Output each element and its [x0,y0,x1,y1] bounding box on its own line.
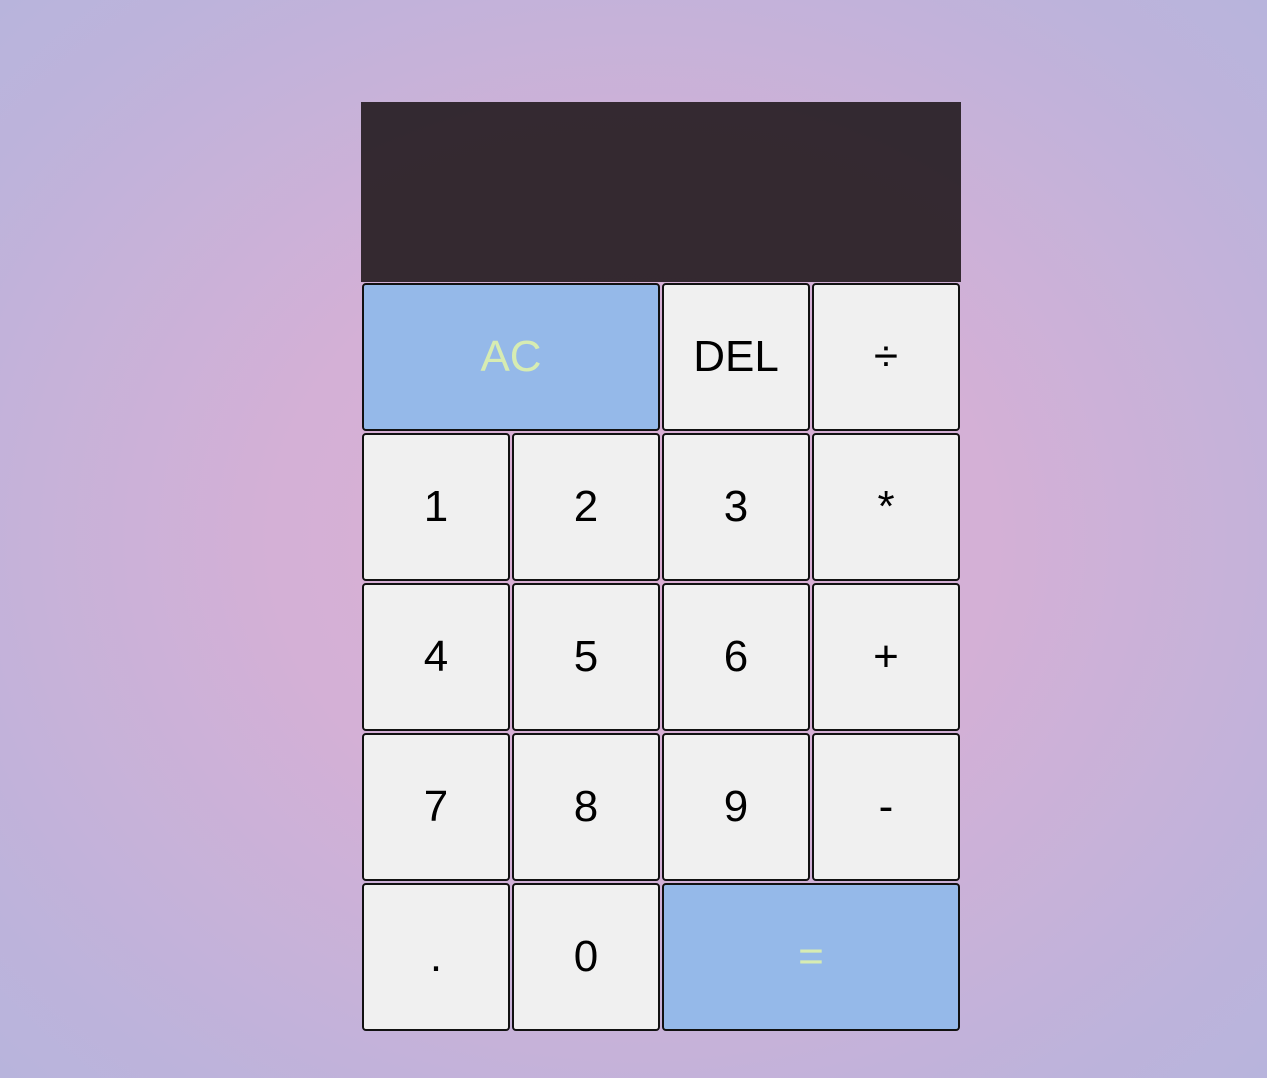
all-clear-button[interactable]: AC [362,283,660,431]
digit-3-button[interactable]: 3 [662,433,810,581]
decimal-button[interactable]: . [362,883,510,1031]
digit-5-button[interactable]: 5 [512,583,660,731]
calculator: AC DEL ÷ 1 2 3 * 4 5 6 + 7 8 9 - . 0 = [361,102,961,1032]
digit-1-button[interactable]: 1 [362,433,510,581]
add-button[interactable]: + [812,583,960,731]
digit-9-button[interactable]: 9 [662,733,810,881]
digit-0-button[interactable]: 0 [512,883,660,1031]
calculator-display [361,102,961,282]
digit-8-button[interactable]: 8 [512,733,660,881]
subtract-button[interactable]: - [812,733,960,881]
digit-7-button[interactable]: 7 [362,733,510,881]
digit-4-button[interactable]: 4 [362,583,510,731]
digit-2-button[interactable]: 2 [512,433,660,581]
multiply-button[interactable]: * [812,433,960,581]
delete-button[interactable]: DEL [662,283,810,431]
divide-button[interactable]: ÷ [812,283,960,431]
equals-button[interactable]: = [662,883,960,1031]
digit-6-button[interactable]: 6 [662,583,810,731]
